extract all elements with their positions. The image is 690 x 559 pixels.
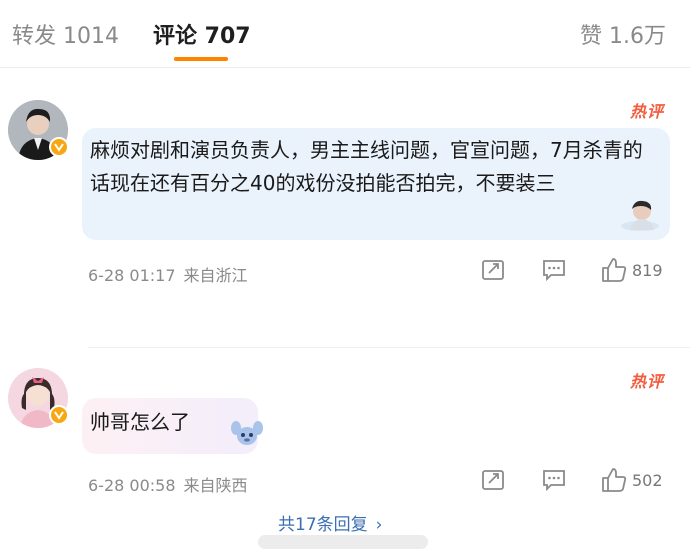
- verified-badge-icon: [49, 137, 69, 157]
- comment-divider: [88, 347, 690, 348]
- comment-actions: 819: [480, 256, 670, 286]
- tab-likes[interactable]: 赞 1.6万: [580, 18, 666, 50]
- comment-text: 麻烦对剧和演员负责人，男主主线问题，官宣问题，7月杀青的话现在还有百分之40的戏…: [90, 138, 643, 195]
- comment-location: 来自陕西: [183, 476, 248, 495]
- thumbs-up-icon[interactable]: [600, 256, 628, 286]
- tab-reposts[interactable]: 转发 1014: [12, 18, 119, 50]
- comment-bubble: 麻烦对剧和演员负责人，男主主线问题，官宣问题，7月杀青的话现在还有百分之40的戏…: [82, 128, 670, 240]
- more-replies-label: 共17条回复: [278, 515, 368, 535]
- share-icon[interactable]: [480, 466, 506, 496]
- comment-text: 帅哥怎么了: [90, 410, 190, 434]
- comment-location: 来自浙江: [183, 266, 248, 285]
- comment-item: 热评 帅哥怎么了 6-28 00:58 来自陕西 502 共17条回复 ›: [0, 360, 690, 559]
- home-indicator: [258, 535, 428, 549]
- comment-date: 6-28 01:17: [88, 266, 176, 285]
- comment-date: 6-28 00:58: [88, 476, 176, 495]
- comment-meta: 6-28 00:58 来自陕西: [88, 472, 248, 496]
- like-count: 819: [632, 261, 663, 280]
- hot-comment-badge: 热评: [629, 372, 664, 391]
- comment-item: 热评 麻烦对剧和演员负责人，男主主线问题，官宣问题，7月杀青的话现在还有百分之4…: [0, 92, 690, 348]
- hot-comment-badge: 热评: [629, 102, 664, 121]
- comment-actions: 502: [480, 466, 670, 496]
- comment-bubble: 帅哥怎么了: [82, 398, 263, 454]
- more-replies-link[interactable]: 共17条回复 ›: [278, 510, 382, 535]
- bubble-sticker-icon: [620, 198, 660, 236]
- comment-icon[interactable]: [541, 466, 567, 496]
- thumbs-up-icon[interactable]: [600, 466, 628, 496]
- chevron-right-icon: ›: [375, 515, 383, 535]
- active-tab-indicator: [174, 57, 228, 61]
- tab-comments[interactable]: 评论 707: [153, 18, 251, 50]
- comment-meta: 6-28 01:17 来自浙江: [88, 262, 248, 286]
- stitch-sticker-icon: [230, 418, 264, 452]
- comment-icon[interactable]: [541, 256, 567, 286]
- like-count: 502: [632, 471, 663, 490]
- verified-badge-icon: [49, 405, 69, 425]
- share-icon[interactable]: [480, 256, 506, 286]
- comment-tabs: 转发 1014 评论 707 赞 1.6万: [0, 0, 690, 68]
